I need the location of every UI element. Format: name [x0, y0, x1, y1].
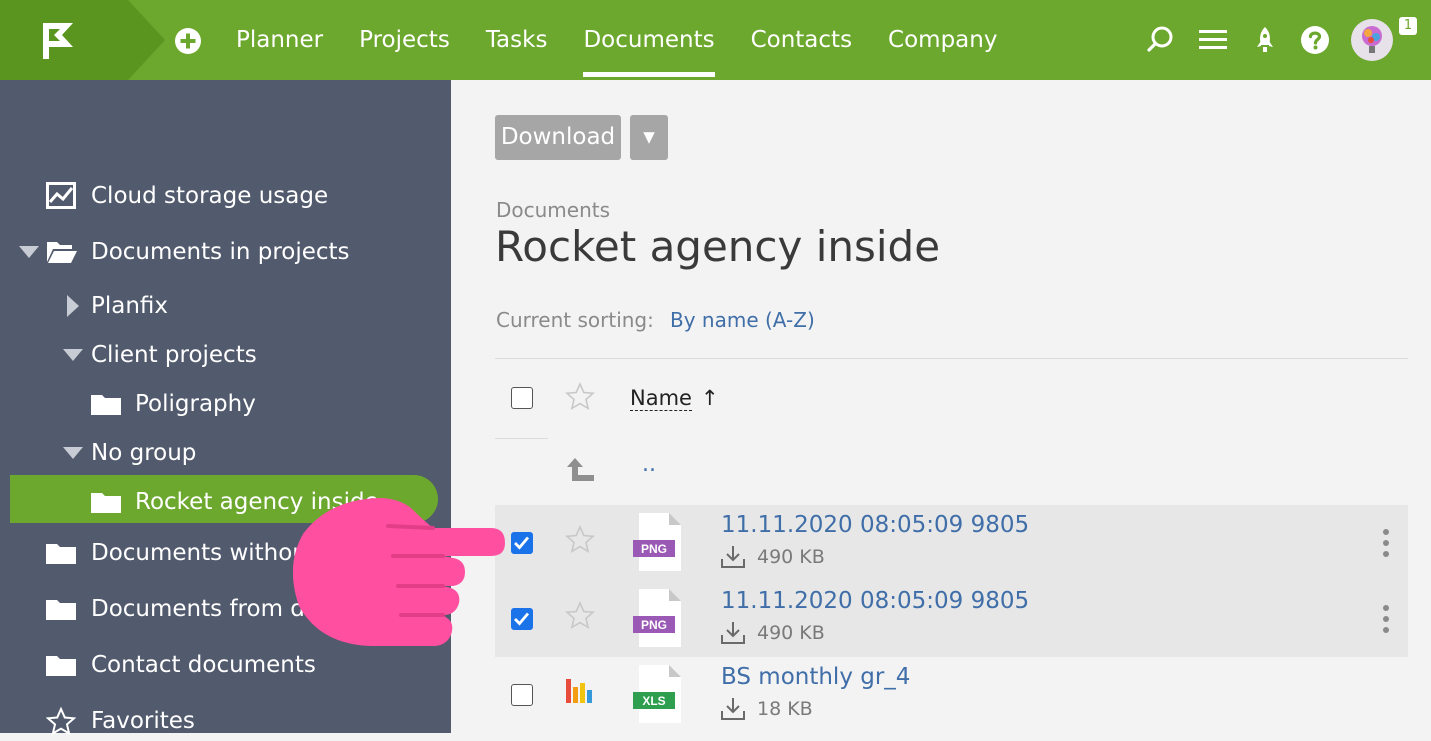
logo-block[interactable]: [0, 0, 165, 80]
sidebar-item-documents-without[interactable]: Documents without: [0, 533, 451, 573]
nav-company[interactable]: Company: [870, 0, 1015, 80]
add-plus-icon[interactable]: [174, 27, 202, 55]
sidebar: Cloud storage usage Documents in project…: [0, 80, 451, 735]
sidebar-item-client-projects[interactable]: Client projects: [0, 335, 451, 375]
divider: [495, 438, 548, 439]
caret-down-icon[interactable]: [63, 447, 83, 459]
folder-open-icon: [47, 242, 77, 263]
sidebar-item-label: Documents from dire: [91, 596, 335, 622]
file-name-link[interactable]: BS monthly gr_4: [721, 664, 910, 690]
user-avatar[interactable]: [1351, 19, 1393, 61]
nav-documents[interactable]: Documents: [565, 0, 732, 80]
chart-bars-icon[interactable]: [564, 677, 596, 705]
checkmark-icon: [514, 612, 530, 626]
breadcrumb[interactable]: Documents: [496, 198, 610, 222]
nav-contacts[interactable]: Contacts: [733, 0, 870, 80]
sidebar-item-no-group[interactable]: No group: [0, 433, 451, 473]
sidebar-item-label: Client projects: [91, 342, 257, 368]
page-title: Rocket agency inside: [495, 222, 941, 271]
name-column-header[interactable]: Name: [630, 386, 692, 411]
caret-down-icon[interactable]: [19, 246, 39, 258]
table-row[interactable]: XLS BS monthly gr_4 18 KB: [495, 657, 1408, 733]
sidebar-item-label: Rocket agency inside: [135, 489, 379, 515]
folder-icon: [46, 600, 76, 620]
file-name-link[interactable]: 11.11.2020 08:05:09 9805: [721, 512, 1029, 538]
xls-file-icon: XLS: [633, 665, 681, 723]
row-more-options-icon[interactable]: [1382, 604, 1390, 634]
sidebar-item-label: Planfix: [91, 293, 169, 319]
search-icon[interactable]: [1146, 25, 1176, 55]
png-file-icon: PNG: [633, 589, 681, 647]
menu-hamburger-icon[interactable]: [1198, 25, 1228, 55]
file-size: 18 KB: [757, 698, 813, 720]
folder-icon: [46, 544, 76, 564]
help-question-icon[interactable]: [1300, 25, 1330, 55]
main-nav: Planner Projects Tasks Documents Contact…: [218, 0, 1015, 80]
checkmark-icon: [514, 536, 530, 550]
sidebar-item-label: Favorites: [91, 708, 195, 734]
file-name-link[interactable]: 11.11.2020 08:05:09 9805: [721, 588, 1029, 614]
sort-arrow-up-icon[interactable]: ↑: [701, 386, 719, 410]
png-file-icon: PNG: [633, 513, 681, 571]
row-checkbox[interactable]: [511, 684, 533, 706]
sidebar-item-contact-documents[interactable]: Contact documents: [0, 645, 451, 685]
main-content: Download ▾ Documents Rocket agency insid…: [451, 80, 1431, 733]
svg-text:PNG: PNG: [641, 542, 667, 556]
sorting-label: Current sorting:: [496, 308, 654, 332]
nav-projects[interactable]: Projects: [341, 0, 468, 80]
sidebar-item-cloud-storage[interactable]: Cloud storage usage: [0, 176, 451, 216]
sorting-selector[interactable]: By name (A-Z): [670, 308, 815, 332]
notification-badge[interactable]: 1: [1399, 17, 1417, 35]
sidebar-item-rocket-agency-inside[interactable]: Rocket agency inside: [0, 482, 451, 522]
download-button[interactable]: Download: [495, 115, 621, 160]
caret-right-icon[interactable]: [67, 295, 79, 317]
row-checkbox[interactable]: [511, 608, 533, 630]
table-row[interactable]: PNG 11.11.2020 08:05:09 9805 490 KB: [495, 581, 1408, 657]
favorite-star-icon[interactable]: [565, 601, 595, 631]
chart-line-icon: [46, 182, 76, 209]
svg-text:PNG: PNG: [641, 618, 667, 632]
row-more-options-icon[interactable]: [1382, 528, 1390, 558]
download-options-dropdown-button[interactable]: ▾: [630, 115, 668, 160]
nav-planner[interactable]: Planner: [218, 0, 341, 80]
rocket-icon[interactable]: [1250, 25, 1280, 55]
sidebar-item-label: Contact documents: [91, 652, 316, 678]
favorite-star-header-icon[interactable]: [565, 382, 595, 412]
file-size: 490 KB: [757, 546, 825, 568]
arrow-up-parent-icon[interactable]: [564, 457, 596, 487]
sidebar-item-favorites[interactable]: Favorites: [0, 701, 451, 741]
top-navigation-bar: Planner Projects Tasks Documents Contact…: [0, 0, 1431, 80]
table-row[interactable]: PNG 11.11.2020 08:05:09 9805 490 KB: [495, 505, 1408, 581]
sidebar-item-label: No group: [91, 440, 197, 466]
row-checkbox[interactable]: [511, 532, 533, 554]
svg-text:XLS: XLS: [642, 694, 665, 708]
sidebar-item-label: Documents in projects: [91, 239, 350, 265]
parent-folder-link[interactable]: ..: [642, 452, 656, 477]
sidebar-item-documents-from-directories[interactable]: Documents from dire: [0, 589, 451, 629]
favorite-star-icon[interactable]: [565, 525, 595, 555]
download-icon[interactable]: [720, 544, 746, 570]
sidebar-item-documents-in-projects[interactable]: Documents in projects: [0, 232, 451, 272]
star-outline-icon: [46, 707, 76, 735]
sidebar-item-label: Cloud storage usage: [91, 183, 329, 209]
caret-down-icon[interactable]: [63, 349, 83, 361]
folder-icon: [46, 656, 76, 676]
file-size: 490 KB: [757, 622, 825, 644]
sidebar-item-label: Poligraphy: [135, 391, 256, 417]
sidebar-item-planfix[interactable]: Planfix: [0, 286, 451, 326]
folder-icon: [91, 395, 121, 415]
download-icon[interactable]: [720, 696, 746, 722]
download-icon[interactable]: [720, 620, 746, 646]
divider: [495, 358, 1408, 359]
sidebar-item-poligraphy[interactable]: Poligraphy: [0, 384, 451, 424]
sidebar-item-label: Documents without: [91, 540, 316, 566]
folder-icon: [91, 493, 121, 513]
planfix-flag-logo-icon: [43, 23, 73, 59]
nav-tasks[interactable]: Tasks: [468, 0, 566, 80]
select-all-checkbox[interactable]: [511, 387, 533, 409]
avatar-balloon-icon: [1362, 26, 1382, 53]
